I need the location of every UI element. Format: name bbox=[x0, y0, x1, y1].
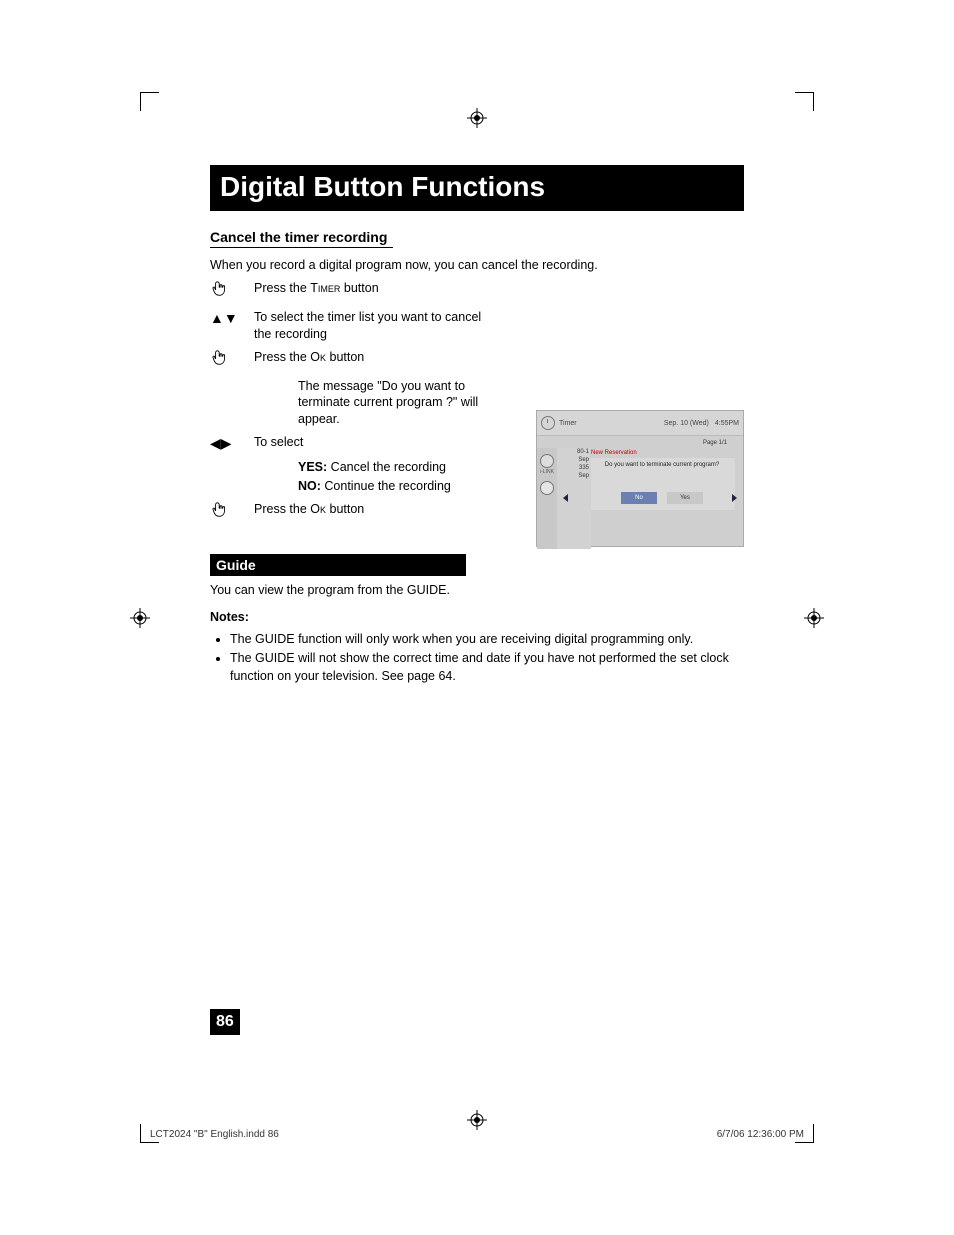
osd-date: Sep. 10 (Wed) bbox=[664, 420, 709, 427]
footer-filename: LCT2024 "B" English.indd 86 bbox=[150, 1129, 279, 1140]
press-icon bbox=[210, 349, 254, 372]
notes-list: The GUIDE function will only work when y… bbox=[218, 631, 744, 686]
osd-title: Timer bbox=[559, 420, 577, 427]
osd-new-reservation: New Reservation bbox=[591, 448, 637, 458]
press-icon bbox=[210, 501, 254, 524]
section-tag: Guide bbox=[210, 554, 466, 576]
registration-mark-icon bbox=[467, 108, 487, 128]
notes-label: Notes: bbox=[210, 609, 744, 627]
osd-yes-button: Yes bbox=[667, 492, 703, 504]
question-icon bbox=[540, 481, 554, 495]
right-arrow-icon bbox=[732, 494, 737, 502]
registration-mark-icon bbox=[804, 608, 824, 628]
osd-value: 335 bbox=[557, 464, 591, 472]
step-option: YES: Cancel the recording bbox=[298, 459, 498, 476]
step-option: NO: Continue the recording bbox=[298, 478, 498, 495]
osd-no-button: No bbox=[621, 492, 657, 504]
step-text: To select the timer list you want to can… bbox=[254, 309, 500, 343]
registration-mark-icon bbox=[467, 1110, 487, 1130]
crop-mark bbox=[140, 92, 159, 111]
osd-label: i-LINK bbox=[537, 469, 557, 475]
left-arrow-icon bbox=[563, 494, 568, 502]
step-text: To select bbox=[254, 434, 500, 451]
crop-mark bbox=[795, 92, 814, 111]
section-heading: Cancel the timer recording bbox=[210, 229, 393, 248]
clock-icon bbox=[540, 454, 554, 468]
up-down-arrows-icon: ▲▼ bbox=[210, 309, 254, 328]
step-text: Press the Ok button bbox=[254, 349, 500, 366]
osd-value: Sep bbox=[557, 456, 591, 464]
section-intro: When you record a digital program now, y… bbox=[210, 258, 744, 272]
step-text: Press the Ok button bbox=[254, 501, 500, 518]
step-note: The message "Do you want to terminate cu… bbox=[298, 378, 498, 429]
registration-mark-icon bbox=[130, 608, 150, 628]
press-icon bbox=[210, 280, 254, 303]
page-title: Digital Button Functions bbox=[210, 165, 744, 211]
left-right-arrows-icon: ◀▶ bbox=[210, 434, 254, 453]
step-text: Press the Timer button bbox=[254, 280, 500, 297]
note-item: The GUIDE function will only work when y… bbox=[230, 631, 744, 649]
osd-time: 4:55PM bbox=[715, 420, 739, 427]
footer-timestamp: 6/7/06 12:36:00 PM bbox=[717, 1129, 804, 1140]
osd-value: 80-1 bbox=[557, 448, 591, 456]
clock-icon bbox=[541, 416, 555, 430]
osd-page-indicator: Page 1/1 bbox=[703, 440, 727, 446]
note-item: The GUIDE will not show the correct time… bbox=[230, 650, 744, 685]
osd-dialog-text: Do you want to terminate current program… bbox=[599, 462, 725, 468]
osd-screenshot: Timer Sep. 10 (Wed) 4:55PM Page 1/1 i-LI… bbox=[536, 410, 744, 547]
osd-value: Sep bbox=[557, 472, 591, 480]
section-intro: You can view the program from the GUIDE. bbox=[210, 582, 744, 600]
page-number: 86 bbox=[210, 1009, 240, 1035]
